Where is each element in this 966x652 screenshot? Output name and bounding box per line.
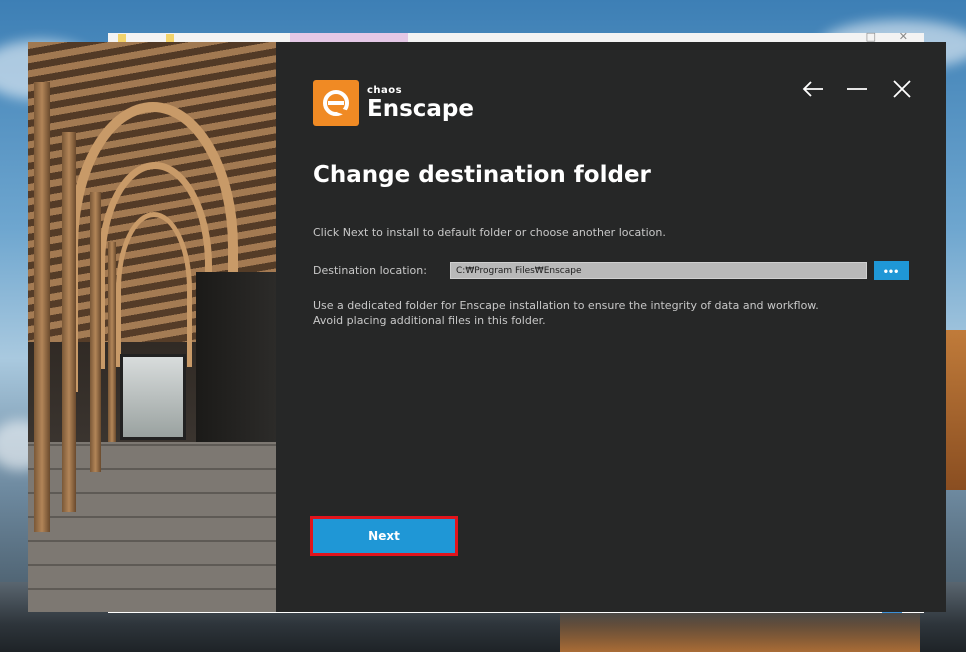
folder-icon bbox=[166, 34, 174, 42]
folder-icon bbox=[118, 34, 126, 42]
minimize-button[interactable] bbox=[842, 74, 872, 104]
enscape-logo-icon bbox=[313, 80, 359, 126]
note-line-1: Use a dedicated folder for Enscape insta… bbox=[313, 299, 819, 312]
close-button[interactable] bbox=[887, 74, 917, 104]
destination-label: Destination location: bbox=[313, 264, 427, 277]
next-button[interactable]: Next bbox=[310, 516, 458, 556]
arrow-left-icon bbox=[802, 81, 823, 97]
minimize-icon bbox=[847, 88, 867, 90]
folder-note: Use a dedicated folder for Enscape insta… bbox=[313, 298, 819, 328]
back-button[interactable] bbox=[798, 74, 828, 104]
destination-input[interactable] bbox=[450, 262, 867, 279]
hero-column bbox=[108, 242, 116, 442]
brand-small: chaos bbox=[367, 84, 403, 96]
installer-dialog: chaos Enscape Change destination folder … bbox=[28, 42, 946, 612]
hero-window bbox=[120, 354, 186, 440]
hero-column bbox=[62, 132, 76, 512]
app-logo: chaos Enscape bbox=[313, 80, 474, 126]
close-icon bbox=[893, 80, 911, 98]
hero-arch bbox=[116, 212, 192, 367]
installer-content: chaos Enscape Change destination folder … bbox=[276, 42, 946, 612]
hero-column bbox=[90, 192, 101, 472]
hero-image bbox=[28, 42, 276, 612]
intro-text: Click Next to install to default folder … bbox=[313, 226, 666, 239]
brand-name: Enscape bbox=[367, 95, 474, 122]
browse-button[interactable]: ••• bbox=[874, 261, 909, 280]
hero-column bbox=[34, 82, 50, 532]
brand-wordmark: chaos Enscape bbox=[367, 84, 474, 122]
note-line-2: Avoid placing additional files in this f… bbox=[313, 314, 546, 327]
page-title: Change destination folder bbox=[313, 162, 651, 188]
